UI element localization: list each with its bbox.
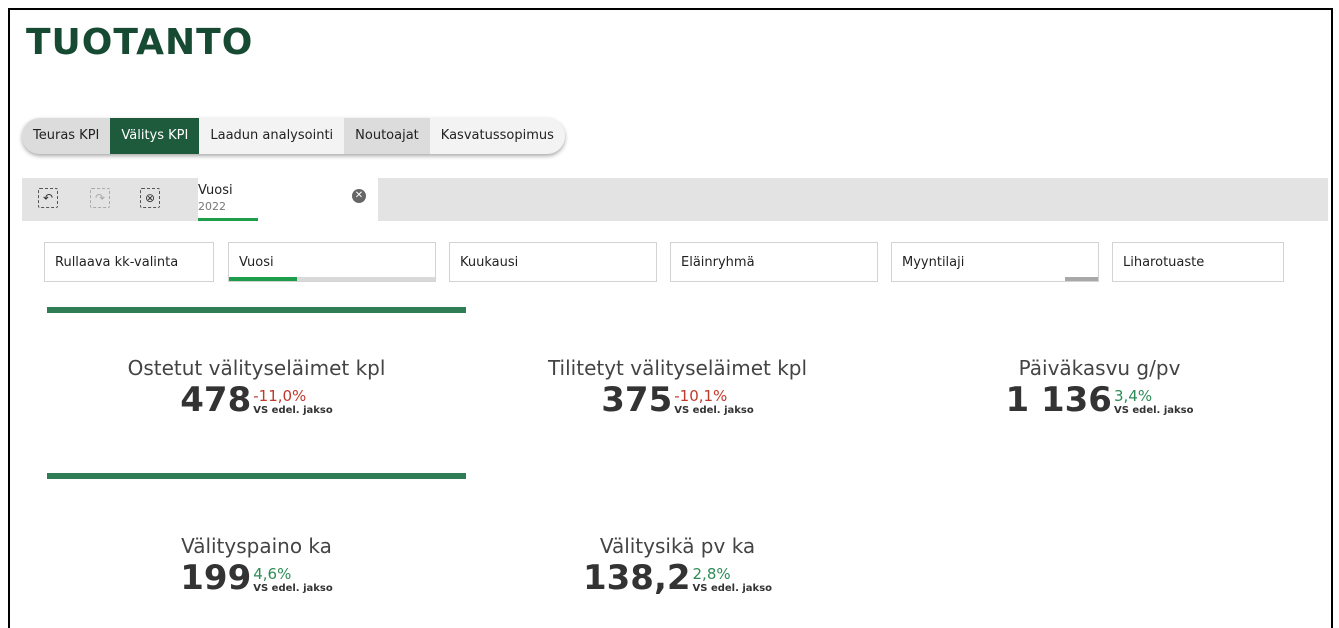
selection-chip-vuosi[interactable]: Vuosi 2022 ✕ xyxy=(198,178,378,221)
filter-vuosi[interactable]: Vuosi xyxy=(228,242,436,282)
kpi-delta: 4,6% xyxy=(253,565,292,583)
filter-label: Kuukausi xyxy=(460,255,519,270)
kpi-delta: -11,0% xyxy=(253,387,307,405)
kpi-comparison-label: VS edel. jakso xyxy=(253,583,333,594)
selection-state-bar xyxy=(198,218,258,221)
kpi-tilitetyt-valityselaimet: Tilitetyt välityseläimet kpl 375 -10,1% … xyxy=(468,356,887,418)
section-divider xyxy=(47,473,466,479)
kpi-valitysika: Välitysikä pv ka 138,2 2,8% VS edel. jak… xyxy=(468,534,887,596)
clear-selections-icon[interactable]: ⊗ xyxy=(140,188,160,208)
kpi-title: Päiväkasvu g/pv xyxy=(1018,356,1181,380)
back-icon[interactable]: ↶ xyxy=(38,188,58,208)
tab-kasvatussopimus[interactable]: Kasvatussopimus xyxy=(429,118,565,154)
selections-toolbar: ↶ ↷ ⊗ Vuosi 2022 ✕ xyxy=(22,178,1328,221)
filter-myyntilaji[interactable]: Myyntilaji xyxy=(891,242,1099,282)
section-divider xyxy=(47,307,466,313)
tab-noutoajat[interactable]: Noutoajat xyxy=(344,118,430,154)
kpi-value: 1 136 xyxy=(1005,380,1112,420)
filter-rullaava-kk-valinta[interactable]: Rullaava kk-valinta xyxy=(44,242,214,282)
kpi-delta: 2,8% xyxy=(692,565,731,583)
filter-elainryhma[interactable]: Eläinryhmä xyxy=(670,242,878,282)
forward-icon[interactable]: ↷ xyxy=(90,188,110,208)
tab-teuras-kpi[interactable]: Teuras KPI xyxy=(22,118,111,154)
kpi-value: 375 xyxy=(601,380,673,420)
kpi-title: Välitysikä pv ka xyxy=(599,534,756,558)
kpi-title: Tilitetyt välityseläimet kpl xyxy=(547,356,808,380)
kpi-value: 478 xyxy=(180,380,252,420)
filter-label: Eläinryhmä xyxy=(681,255,755,270)
kpi-ostetut-valityselaimet: Ostetut välityseläimet kpl 478 -11,0% VS… xyxy=(47,356,466,418)
kpi-value: 138,2 xyxy=(582,558,691,598)
filter-excluded-fill xyxy=(1065,277,1098,281)
kpi-comparison-label: VS edel. jakso xyxy=(692,583,773,594)
kpi-comparison-label: VS edel. jakso xyxy=(674,405,754,416)
filter-selection-bar xyxy=(229,277,435,281)
kpi-title: Välityspaino ka xyxy=(181,534,332,558)
filter-liharotuaste[interactable]: Liharotuaste xyxy=(1112,242,1284,282)
filter-label: Liharotuaste xyxy=(1123,255,1205,270)
tab-valitys-kpi[interactable]: Välitys KPI xyxy=(110,118,200,154)
selection-field-value: 2022 xyxy=(198,200,226,213)
filter-label: Rullaava kk-valinta xyxy=(55,255,179,270)
kpi-valityspaino: Välityspaino ka 199 4,6% VS edel. jakso xyxy=(47,534,466,596)
filter-label: Vuosi xyxy=(239,255,274,270)
tab-laadun-analysointi[interactable]: Laadun analysointi xyxy=(199,118,345,154)
selection-field-label: Vuosi xyxy=(198,183,233,198)
page-title: TUOTANTO xyxy=(26,22,254,63)
filter-label: Myyntilaji xyxy=(902,255,965,270)
filter-kuukausi[interactable]: Kuukausi xyxy=(449,242,657,282)
kpi-title: Ostetut välityseläimet kpl xyxy=(127,356,386,380)
kpi-value: 199 xyxy=(180,558,252,598)
kpi-comparison-label: VS edel. jakso xyxy=(253,405,333,416)
filter-selection-fill xyxy=(229,277,297,281)
sheet-tabs: Teuras KPI Välitys KPI Laadun analysoint… xyxy=(22,118,565,154)
clear-selection-icon[interactable]: ✕ xyxy=(352,189,366,203)
kpi-delta: -10,1% xyxy=(674,387,728,405)
kpi-delta: 3,4% xyxy=(1113,387,1153,405)
kpi-comparison-label: VS edel. jakso xyxy=(1113,405,1194,416)
filter-selection-bar xyxy=(892,277,1098,281)
kpi-paivakasvu: Päiväkasvu g/pv 1 136 3,4% VS edel. jaks… xyxy=(890,356,1309,418)
